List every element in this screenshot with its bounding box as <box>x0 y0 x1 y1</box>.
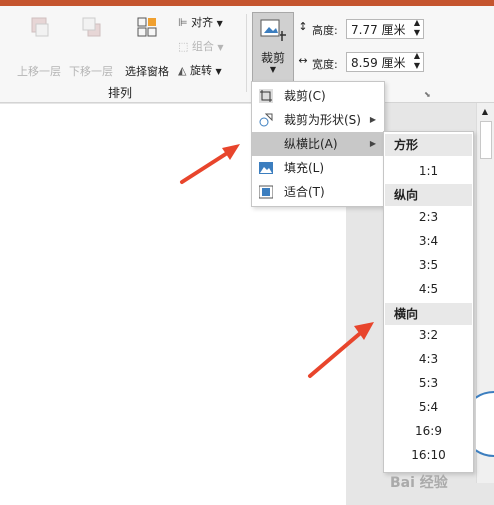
aspect-option-1-1[interactable]: 1:1 <box>384 160 473 182</box>
move-up-button[interactable]: 上移一层 <box>14 16 64 79</box>
portrait-header: 纵向 <box>385 184 472 206</box>
menu-item-fill[interactable]: 填充(L) <box>252 156 384 180</box>
aspect-option-5-3[interactable]: 5:3 <box>384 372 473 394</box>
red-arrow-annotation <box>308 322 374 378</box>
submenu-arrow-icon: ▶ <box>369 139 376 148</box>
height-label: 高度: <box>312 24 338 37</box>
menu-item-label: 适合(T) <box>284 185 325 199</box>
move-up-label: 上移一层 <box>17 65 61 78</box>
aspect-option-16-9[interactable]: 16:9 <box>384 420 473 442</box>
crop-label: 裁剪 <box>260 51 285 65</box>
fit-image-icon <box>259 185 273 199</box>
selection-pane-button[interactable]: 选择窗格 <box>120 16 174 79</box>
height-spinner-icon[interactable]: ▲ ▼ <box>414 18 420 38</box>
move-down-label: 下移一层 <box>69 65 113 78</box>
scroll-up-icon[interactable]: ▲ <box>479 107 491 117</box>
aspect-option-4-3[interactable]: 4:3 <box>384 348 473 370</box>
group-icon: ⬚ <box>178 40 189 53</box>
arrange-group-label: 排列 <box>107 86 132 100</box>
menu-item-label: 裁剪(C) <box>284 89 326 103</box>
aspect-option-3-4[interactable]: 3:4 <box>384 230 473 252</box>
rotate-icon: ◭ <box>178 64 187 77</box>
landscape-header: 横向 <box>385 303 472 325</box>
width-label: 宽度: <box>312 58 338 71</box>
aspect-option-2-3[interactable]: 2:3 <box>384 206 473 228</box>
rotate-label: 旋转 <box>189 64 212 77</box>
height-icon: ↕ <box>298 20 308 33</box>
menu-item-crop[interactable]: 裁剪(C) <box>252 84 384 108</box>
menu-item-label: 裁剪为形状(S) <box>284 113 361 127</box>
send-backward-icon <box>82 17 101 37</box>
aspect-option-3-5[interactable]: 3:5 <box>384 254 473 276</box>
dialog-launcher-icon[interactable]: ⬊ <box>424 90 431 99</box>
width-value: 8.59 厘米 <box>351 56 406 70</box>
height-value: 7.77 厘米 <box>351 23 406 37</box>
crop-button[interactable]: 裁剪 ▼ <box>252 12 294 84</box>
square-header: 方形 <box>385 134 472 156</box>
shapes-icon <box>259 113 273 127</box>
align-label: 对齐 <box>191 16 214 29</box>
menu-item-aspect-ratio[interactable]: 纵横比(A) ▶ <box>252 132 384 156</box>
rotate-handle-circle <box>476 391 494 457</box>
width-field[interactable]: 8.59 厘米 ▲ ▼ <box>346 51 424 72</box>
ribbon-divider <box>246 14 247 92</box>
aspect-option-3-2[interactable]: 3:2 <box>384 324 473 346</box>
width-icon: ↔ <box>298 54 308 67</box>
aspect-option-16-10[interactable]: 16:10 <box>384 444 473 466</box>
dropdown-arrow-icon: ▼ <box>215 67 222 76</box>
align-icon: ⊫ <box>178 16 188 29</box>
width-spinner-icon[interactable]: ▲ ▼ <box>414 51 420 71</box>
crop-menu: 裁剪(C) 裁剪为形状(S) ▶ 纵横比(A) ▶ 填充(L) 适合(T) <box>251 81 385 207</box>
crop-icon <box>260 19 286 41</box>
menu-item-fit[interactable]: 适合(T) <box>252 180 384 204</box>
fill-image-icon <box>259 162 273 174</box>
group-label: 组合 <box>191 40 214 53</box>
move-down-button[interactable]: 下移一层 <box>66 16 116 79</box>
group-button[interactable]: ⬚ 组合 ▼ <box>178 38 238 54</box>
menu-item-label: 纵横比(A) <box>284 137 338 151</box>
aspect-option-5-4[interactable]: 5:4 <box>384 396 473 418</box>
align-button[interactable]: ⊫ 对齐 ▼ <box>178 14 238 30</box>
height-field[interactable]: 7.77 厘米 ▲ ▼ <box>346 18 424 39</box>
submenu-arrow-icon: ▶ <box>369 115 376 124</box>
aspect-ratio-submenu: 方形 1:1 纵向 2:3 3:4 3:5 4:5 横向 3:2 4:3 5:3… <box>383 131 474 473</box>
aspect-option-4-5[interactable]: 4:5 <box>384 278 473 300</box>
selection-pane-icon <box>137 17 157 37</box>
scrollbar-thumb[interactable] <box>480 121 492 159</box>
selection-pane-label: 选择窗格 <box>125 65 169 78</box>
menu-item-label: 填充(L) <box>284 161 325 175</box>
watermark: Bai 经验 <box>390 475 448 491</box>
bring-forward-icon <box>31 17 49 37</box>
crop-icon <box>259 89 273 103</box>
menu-item-crop-to-shape[interactable]: 裁剪为形状(S) ▶ <box>252 108 384 132</box>
ribbon: 上移一层 下移一层 选择窗格 ⊫ 对齐 ▼ ⬚ 组合 ▼ ◭ 旋转 ▼ 排列 ↕… <box>0 6 494 103</box>
chevron-down-icon: ▼ <box>269 65 277 74</box>
rotate-button[interactable]: ◭ 旋转 ▼ <box>178 62 238 78</box>
red-arrow-annotation <box>180 144 240 184</box>
dropdown-arrow-icon: ▼ <box>217 43 224 52</box>
dropdown-arrow-icon: ▼ <box>216 19 223 28</box>
